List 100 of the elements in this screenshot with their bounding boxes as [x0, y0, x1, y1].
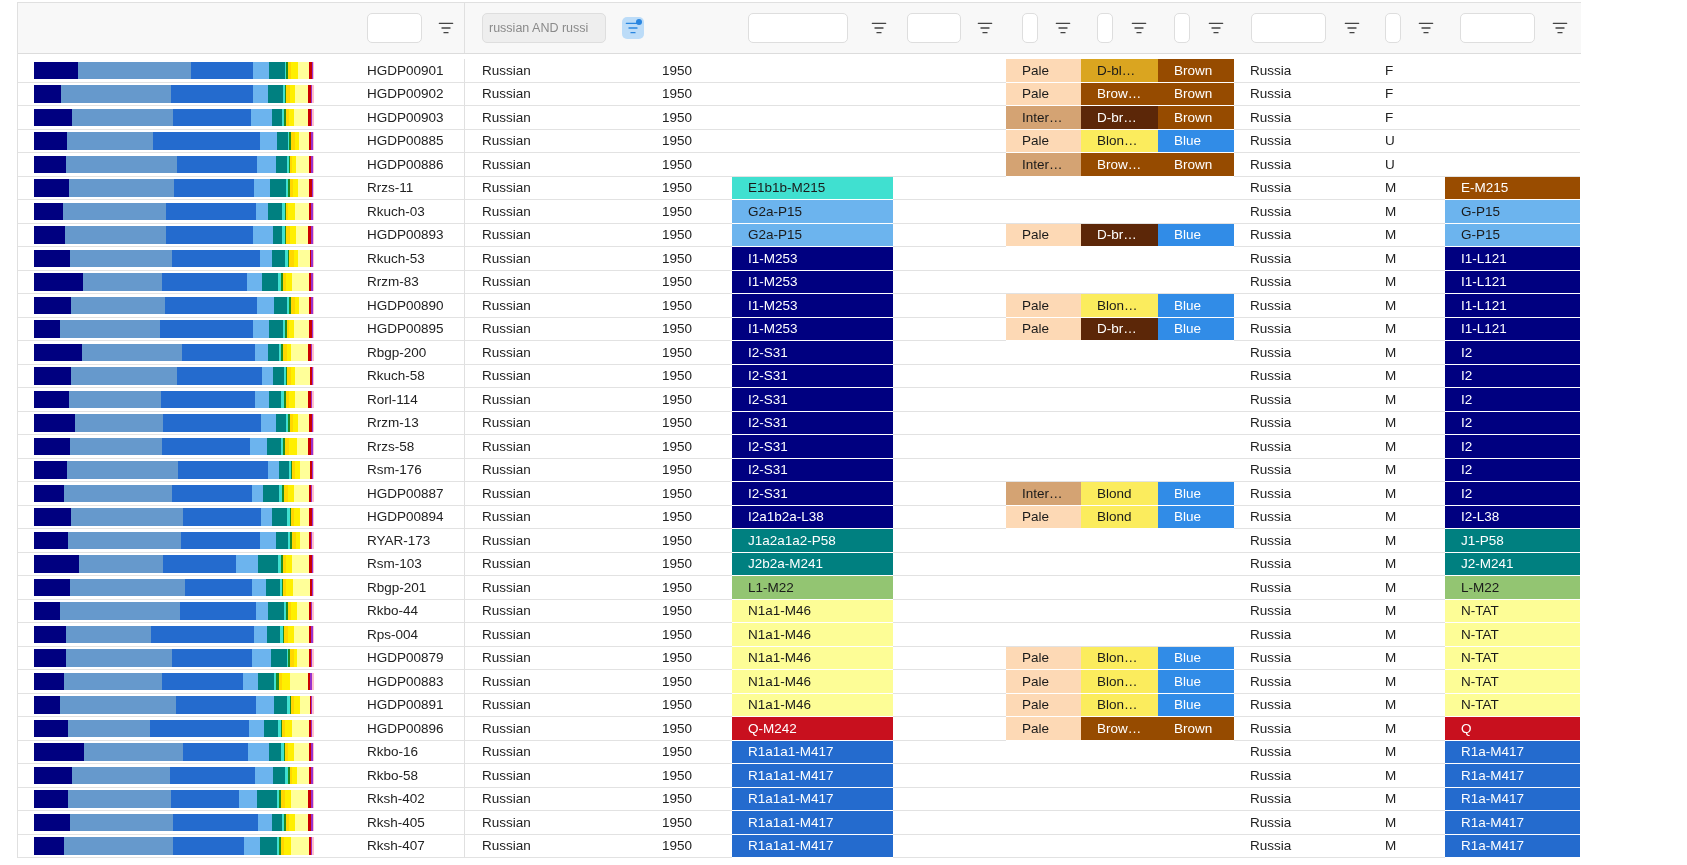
haplogroup-cell: R1a-M417	[1445, 740, 1580, 764]
haplogroup-cell: I2	[1445, 482, 1580, 506]
table-cell: Russian	[465, 294, 646, 318]
table-cell: Russian	[465, 153, 646, 177]
haplogroup-cell: N1a1-M46	[732, 646, 893, 670]
filter-icon	[977, 20, 993, 36]
table-cell: Russian	[465, 223, 646, 247]
table-cell: Russian	[465, 764, 646, 788]
filter-field[interactable]	[367, 13, 422, 43]
table-cell: Russia	[1234, 270, 1377, 294]
table-cell: Russian	[465, 670, 646, 694]
filter-icon	[1344, 20, 1360, 36]
filter-field[interactable]	[1097, 13, 1113, 43]
filter-icon	[1208, 20, 1224, 36]
table-cell: Russia	[1234, 59, 1377, 83]
haplogroup-cell: N1a1-M46	[732, 670, 893, 694]
haplogroup-cell: Q	[1445, 717, 1580, 741]
table-cell: Russia	[1234, 294, 1377, 318]
skin-cell: Pale	[1006, 129, 1081, 153]
filter-icon	[438, 20, 454, 36]
table-cell: Russia	[1234, 764, 1377, 788]
table-cell: 1950	[646, 82, 732, 106]
table-cell: Rorl-114	[355, 388, 465, 412]
haplogroup-cell: N1a1-M46	[732, 623, 893, 647]
haplogroup-cell: R1a-M417	[1445, 834, 1580, 858]
filter-field[interactable]	[1022, 13, 1038, 43]
table-cell: Russian	[465, 529, 646, 553]
filter-icon	[1418, 20, 1434, 36]
table-cell: Russia	[1234, 106, 1377, 130]
table-cell: Rsm-176	[355, 458, 465, 482]
filter-field[interactable]	[907, 13, 961, 43]
table-cell: Russia	[1234, 623, 1377, 647]
table-cell: Russia	[1234, 670, 1377, 694]
haplogroup-cell: I2-S31	[732, 435, 893, 459]
haplogroup-cell: I1-M253	[732, 294, 893, 318]
haplogroup-cell: N-TAT	[1445, 623, 1580, 647]
haplogroup-cell: N-TAT	[1445, 693, 1580, 717]
haplogroup-cell: N-TAT	[1445, 599, 1580, 623]
table-cell: Russian	[465, 740, 646, 764]
hair-cell: Blond	[1081, 505, 1158, 529]
table-cell: 1950	[646, 106, 732, 130]
table-cell: Russia	[1234, 435, 1377, 459]
table-cell: Russia	[1234, 364, 1377, 388]
table-cell: HGDP00893	[355, 223, 465, 247]
haplogroup-cell: I1-M253	[732, 247, 893, 271]
table-cell: HGDP00890	[355, 294, 465, 318]
table-cell: F	[1377, 106, 1445, 130]
skin-cell: Pale	[1006, 294, 1081, 318]
hair-cell: Blon…	[1081, 670, 1158, 694]
table-cell: Russian	[465, 482, 646, 506]
eye-cell: Blue	[1158, 482, 1234, 506]
table-cell: Russia	[1234, 740, 1377, 764]
table-cell: Russian	[465, 435, 646, 459]
eye-cell: Blue	[1158, 223, 1234, 247]
table-cell: Rsm-103	[355, 552, 465, 576]
table-cell: Russia	[1234, 505, 1377, 529]
table-cell: Russian	[465, 811, 646, 835]
hair-cell: Blon…	[1081, 646, 1158, 670]
table-cell: Russian	[465, 341, 646, 365]
haplogroup-cell: I1-M253	[732, 270, 893, 294]
table-cell: U	[1377, 153, 1445, 177]
haplogroup-cell: J1-P58	[1445, 529, 1580, 553]
hair-cell: D-br…	[1081, 106, 1158, 130]
haplogroup-cell: I2-S31	[732, 388, 893, 412]
haplogroup-cell: G-P15	[1445, 223, 1580, 247]
table-cell: U	[1377, 129, 1445, 153]
table-cell: F	[1377, 82, 1445, 106]
haplogroup-cell: R1a1a1-M417	[732, 811, 893, 835]
table-cell: Rksh-405	[355, 811, 465, 835]
filter-field[interactable]	[748, 13, 848, 43]
table-cell: Russia	[1234, 717, 1377, 741]
table-cell: Russia	[1234, 341, 1377, 365]
haplogroup-cell: G2a-P15	[732, 223, 893, 247]
table-cell: F	[1377, 59, 1445, 83]
filter-field[interactable]	[1251, 13, 1326, 43]
table-cell: 1950	[646, 59, 732, 83]
filter-field[interactable]	[1385, 13, 1401, 43]
filter-field[interactable]	[1174, 13, 1190, 43]
haplogroup-cell: I2-S31	[732, 458, 893, 482]
skin-cell: Pale	[1006, 317, 1081, 341]
table-cell: Rps-004	[355, 623, 465, 647]
table-cell: Russia	[1234, 176, 1377, 200]
hair-cell: Brow…	[1081, 82, 1158, 106]
table-cell: Russian	[465, 106, 646, 130]
haplogroup-cell: R1a1a1-M417	[732, 764, 893, 788]
haplogroup-cell: I2-S31	[732, 341, 893, 365]
haplogroup-cell: R1a1a1-M417	[732, 834, 893, 858]
eye-cell: Blue	[1158, 693, 1234, 717]
haplogroup-cell: I1-L121	[1445, 294, 1580, 318]
hair-cell: D-bl…	[1081, 59, 1158, 83]
table-cell: Rksh-402	[355, 787, 465, 811]
table-cell: Rkuch-53	[355, 247, 465, 271]
eye-cell: Blue	[1158, 646, 1234, 670]
haplogroup-cell: J2b2a-M241	[732, 552, 893, 576]
table-cell: Russia	[1234, 787, 1377, 811]
haplogroup-cell: N1a1-M46	[732, 693, 893, 717]
haplogroup-cell: G2a-P15	[732, 200, 893, 224]
table-cell: Russia	[1234, 411, 1377, 435]
table-cell: Russian	[465, 599, 646, 623]
filter-field[interactable]	[1460, 13, 1535, 43]
